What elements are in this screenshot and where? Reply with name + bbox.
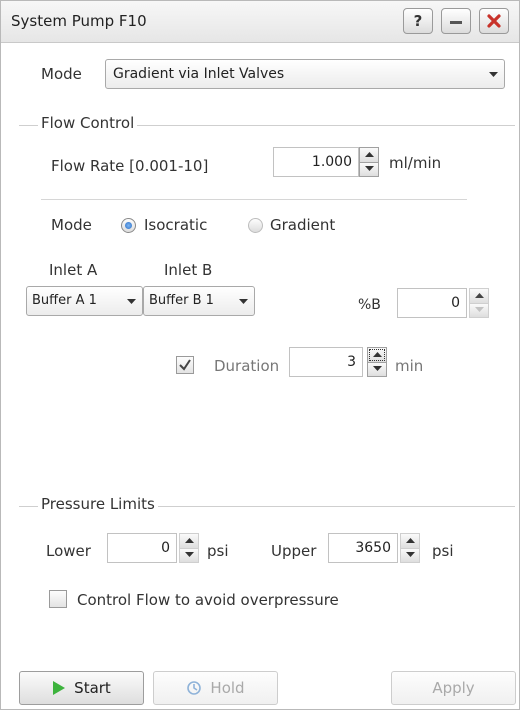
arrow-down-icon [372,366,382,372]
radio-isocratic[interactable] [121,218,136,233]
flow-rate-up-button[interactable] [359,147,379,163]
arrow-down-icon [474,307,484,313]
upper-up-button[interactable] [400,533,420,549]
minimize-button[interactable] [441,8,471,34]
upper-unit: psi [432,542,454,560]
hold-icon [187,681,202,695]
hold-button-label: Hold [210,679,245,697]
duration-value: 3 [347,354,356,370]
apply-button-label: Apply [432,679,475,697]
pressure-limits-title: Pressure Limits [38,495,158,513]
radio-isocratic-label: Isocratic [144,216,208,234]
mode-label: Mode [41,65,82,83]
flow-mode-label: Mode [51,216,92,234]
lower-value: 0 [161,540,170,556]
lower-unit: psi [207,542,229,560]
flow-rate-down-button[interactable] [359,162,379,177]
flow-rate-value: 1.000 [311,154,352,170]
upper-value: 3650 [355,540,391,556]
percent-b-field[interactable]: 0 [397,288,467,318]
checkmark-icon [179,359,191,371]
upper-label: Upper [271,542,317,560]
play-icon [53,681,66,695]
flow-rate-label: Flow Rate [0.001-10] [51,157,209,175]
close-icon [487,14,501,28]
lower-label: Lower [46,542,91,560]
control-flow-checkbox[interactable] [49,590,67,608]
inlet-b-label: Inlet B [164,261,213,279]
section-divider [41,199,467,200]
chevron-down-icon [489,72,498,77]
duration-down-button[interactable] [367,362,387,377]
lower-up-button[interactable] [179,533,199,549]
arrow-down-icon [364,166,374,172]
lower-down-button[interactable] [179,548,199,563]
chevron-down-icon [127,299,136,304]
upper-down-button[interactable] [400,548,420,563]
percent-b-down-button[interactable] [469,303,489,318]
duration-stepper[interactable] [367,347,387,377]
control-flow-label: Control Flow to avoid overpressure [77,591,339,609]
arrow-up-icon [372,351,382,357]
apply-button[interactable]: Apply [391,671,516,705]
inlet-a-label: Inlet A [49,261,98,279]
flow-rate-field[interactable]: 1.000 [273,147,359,177]
help-button[interactable]: ? [403,8,433,34]
arrow-down-icon [405,552,415,558]
inlet-a-value: Buffer A 1 [32,293,97,308]
flow-rate-unit: ml/min [389,154,442,172]
arrow-up-icon [405,537,415,543]
start-button[interactable]: Start [19,671,144,705]
pump-dialog: System Pump F10 ? Mode Gradient via Inle… [0,0,520,710]
mode-select-value: Gradient via Inlet Valves [113,66,285,82]
radio-gradient-label: Gradient [270,216,336,234]
percent-b-up-button[interactable] [469,288,489,304]
duration-up-button[interactable] [367,347,387,363]
arrow-up-icon [364,151,374,157]
arrow-down-icon [184,552,194,558]
chevron-down-icon [239,299,248,304]
percent-b-value: 0 [451,295,460,311]
duration-field[interactable]: 3 [289,347,363,377]
percent-b-label: %B [358,297,381,313]
hold-button[interactable]: Hold [153,671,278,705]
upper-stepper[interactable] [400,533,420,563]
inlet-b-value: Buffer B 1 [149,293,214,308]
duration-checkbox[interactable] [176,356,194,374]
start-button-label: Start [74,679,111,697]
help-icon: ? [413,12,423,30]
upper-field[interactable]: 3650 [328,533,398,563]
inlet-a-select[interactable]: Buffer A 1 [26,286,143,316]
lower-stepper[interactable] [179,533,199,563]
arrow-up-icon [474,292,484,298]
close-button[interactable] [479,8,509,34]
radio-gradient[interactable] [248,218,263,233]
inlet-b-select[interactable]: Buffer B 1 [143,286,255,316]
duration-label: Duration [214,357,280,375]
title-bar: System Pump F10 ? [1,1,519,43]
percent-b-stepper[interactable] [469,288,489,318]
minimize-icon [450,21,462,24]
flow-control-title: Flow Control [38,114,138,132]
window-title: System Pump F10 [11,12,147,30]
arrow-up-icon [184,537,194,543]
flow-rate-stepper[interactable] [359,147,379,177]
duration-unit: min [395,357,424,375]
mode-select[interactable]: Gradient via Inlet Valves [105,59,505,89]
lower-field[interactable]: 0 [107,533,177,563]
